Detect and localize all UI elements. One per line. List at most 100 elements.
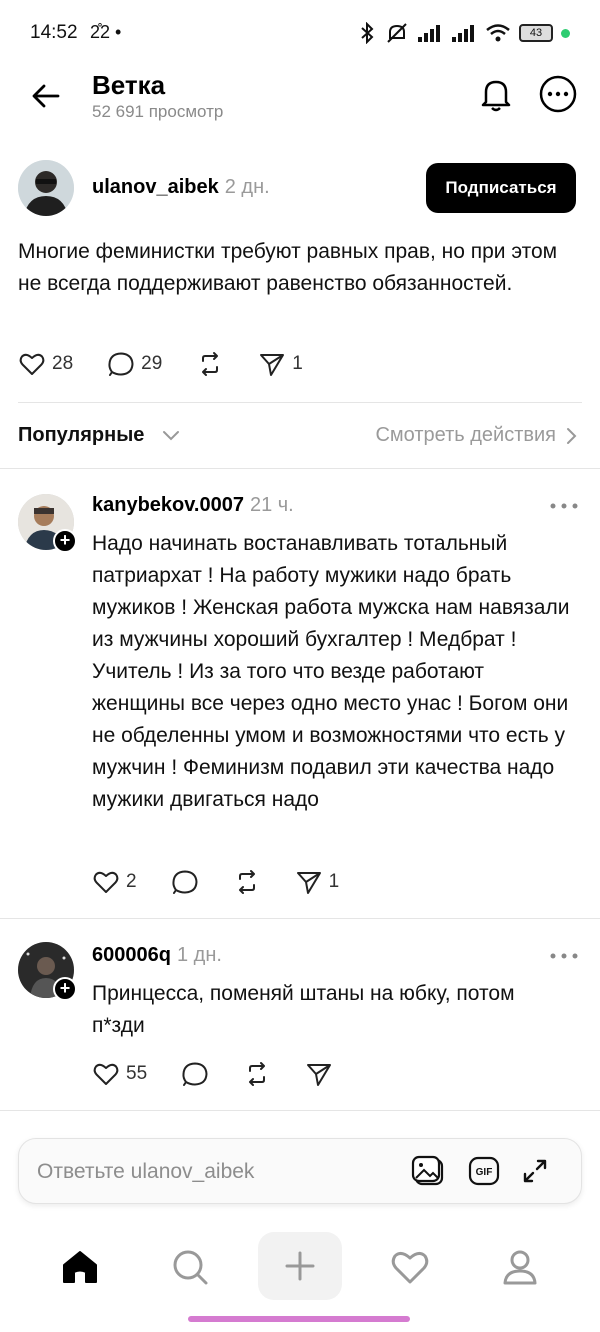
battery-icon: 43 [519, 24, 553, 42]
back-button[interactable] [28, 78, 64, 114]
header: Ветка 52 691 просмотр [0, 66, 600, 136]
status-icons: 43 [357, 22, 570, 44]
reply-button[interactable] [171, 868, 199, 896]
like-count: 55 [126, 1063, 148, 1084]
repost-button[interactable] [196, 350, 224, 378]
share-count: 1 [292, 353, 303, 374]
post-author-name[interactable]: ulanov_aibek [92, 176, 219, 198]
reply-author[interactable]: 600006q 1 дн. [92, 944, 222, 967]
page-title: Ветка [92, 70, 166, 100]
follow-button[interactable]: Подписаться [426, 163, 576, 213]
like-button[interactable]: 55 [92, 1060, 147, 1088]
reply-author[interactable]: kanybekov.0007 21 ч. [92, 494, 294, 517]
bell-icon [481, 80, 511, 112]
nav-create[interactable] [258, 1232, 342, 1300]
heart-icon [19, 353, 45, 375]
bottom-nav [0, 1230, 600, 1310]
share-button[interactable]: 1 [295, 868, 340, 896]
repost-button[interactable] [243, 1060, 271, 1088]
chevron-down-icon[interactable] [160, 424, 182, 446]
status-extra: 2̊2 • [90, 22, 122, 42]
send-icon [307, 1064, 332, 1086]
post-text: Многие феминистки требуют равных прав, н… [18, 240, 558, 295]
nav-profile[interactable] [480, 1234, 560, 1300]
like-count: 2 [126, 871, 137, 892]
reply-composer: GIF [18, 1138, 582, 1204]
nav-home[interactable] [40, 1234, 120, 1300]
divider [0, 918, 600, 919]
send-icon [260, 354, 285, 376]
chevron-right-icon [567, 427, 577, 444]
bluetooth-icon [361, 22, 374, 44]
divider [0, 468, 600, 469]
notifications-button[interactable] [476, 74, 516, 114]
status-bar: 14:52 2̊2 • 43 [0, 0, 600, 66]
view-actions-label: Смотреть действия [375, 424, 556, 446]
reply-author-name[interactable]: 600006q [92, 944, 171, 966]
heart-icon [93, 871, 119, 893]
repost-icon [249, 1062, 266, 1086]
home-indicator[interactable] [188, 1316, 410, 1322]
more-options-icon[interactable] [548, 946, 580, 966]
comment-icon [182, 1062, 208, 1086]
reply-input[interactable] [37, 1157, 397, 1187]
divider [0, 1110, 600, 1111]
repost-icon [202, 352, 219, 376]
nav-activity[interactable] [370, 1234, 450, 1300]
signal-icon [418, 25, 440, 42]
reply-count: 29 [141, 353, 163, 374]
share-button[interactable] [305, 1060, 333, 1088]
profile-icon [503, 1250, 537, 1285]
more-button[interactable] [538, 74, 578, 114]
back-arrow-icon [32, 84, 60, 108]
like-count: 28 [52, 353, 74, 374]
status-time: 14:52 [30, 22, 78, 43]
views-count: 52 691 просмотр [92, 102, 224, 121]
sort-dropdown[interactable]: Популярные [18, 424, 144, 447]
sort-row: Популярные Смотреть действия [18, 420, 578, 454]
post-actions: 28 29 1 [18, 350, 337, 378]
follow-plus-icon[interactable]: + [53, 977, 77, 1001]
reply-actions: 2 1 [92, 868, 373, 896]
reply-author-name[interactable]: kanybekov.0007 [92, 494, 244, 516]
like-button[interactable]: 2 [92, 868, 137, 896]
svg-text:GIF: GIF [476, 1167, 493, 1178]
follow-plus-icon[interactable]: + [53, 529, 77, 553]
avatar[interactable] [18, 160, 74, 216]
reply-time: 1 дн. [176, 944, 222, 966]
share-button[interactable]: 1 [258, 350, 303, 378]
repost-button[interactable] [233, 868, 261, 896]
repost-icon [238, 870, 255, 894]
avatar-image [18, 160, 74, 216]
reply-time: 21 ч. [249, 494, 294, 516]
mute-icon [387, 23, 407, 43]
signal-icon [452, 25, 474, 42]
more-icon [539, 75, 577, 113]
reply-actions: 55 [92, 1060, 367, 1088]
gif-icon[interactable]: GIF [467, 1153, 503, 1189]
share-count: 1 [328, 871, 340, 892]
post-time: 2 дн. [224, 176, 270, 198]
wifi-icon [486, 24, 510, 42]
reply-button[interactable] [181, 1060, 209, 1088]
heart-icon [391, 1251, 429, 1284]
nav-search[interactable] [150, 1234, 230, 1300]
home-icon [63, 1251, 97, 1283]
image-icon[interactable] [411, 1153, 447, 1189]
search-icon [173, 1250, 208, 1285]
reply-text: Принцесса, поменяй штаны на юбку, потом … [92, 982, 515, 1037]
plus-icon [285, 1251, 315, 1281]
reply-button[interactable]: 29 [107, 350, 162, 378]
heart-icon [93, 1063, 119, 1085]
like-button[interactable]: 28 [18, 350, 73, 378]
comment-icon [108, 352, 134, 376]
reply-text: Надо начинать востанавливать тотальный п… [92, 532, 570, 811]
divider [18, 402, 582, 403]
view-actions-link[interactable]: Смотреть действия [375, 424, 578, 447]
send-icon [296, 872, 321, 894]
more-options-icon[interactable] [548, 496, 580, 516]
expand-icon[interactable] [517, 1153, 553, 1189]
status-dot [561, 28, 570, 38]
post-author[interactable]: ulanov_aibek 2 дн. [92, 176, 270, 199]
comment-icon [172, 870, 198, 894]
